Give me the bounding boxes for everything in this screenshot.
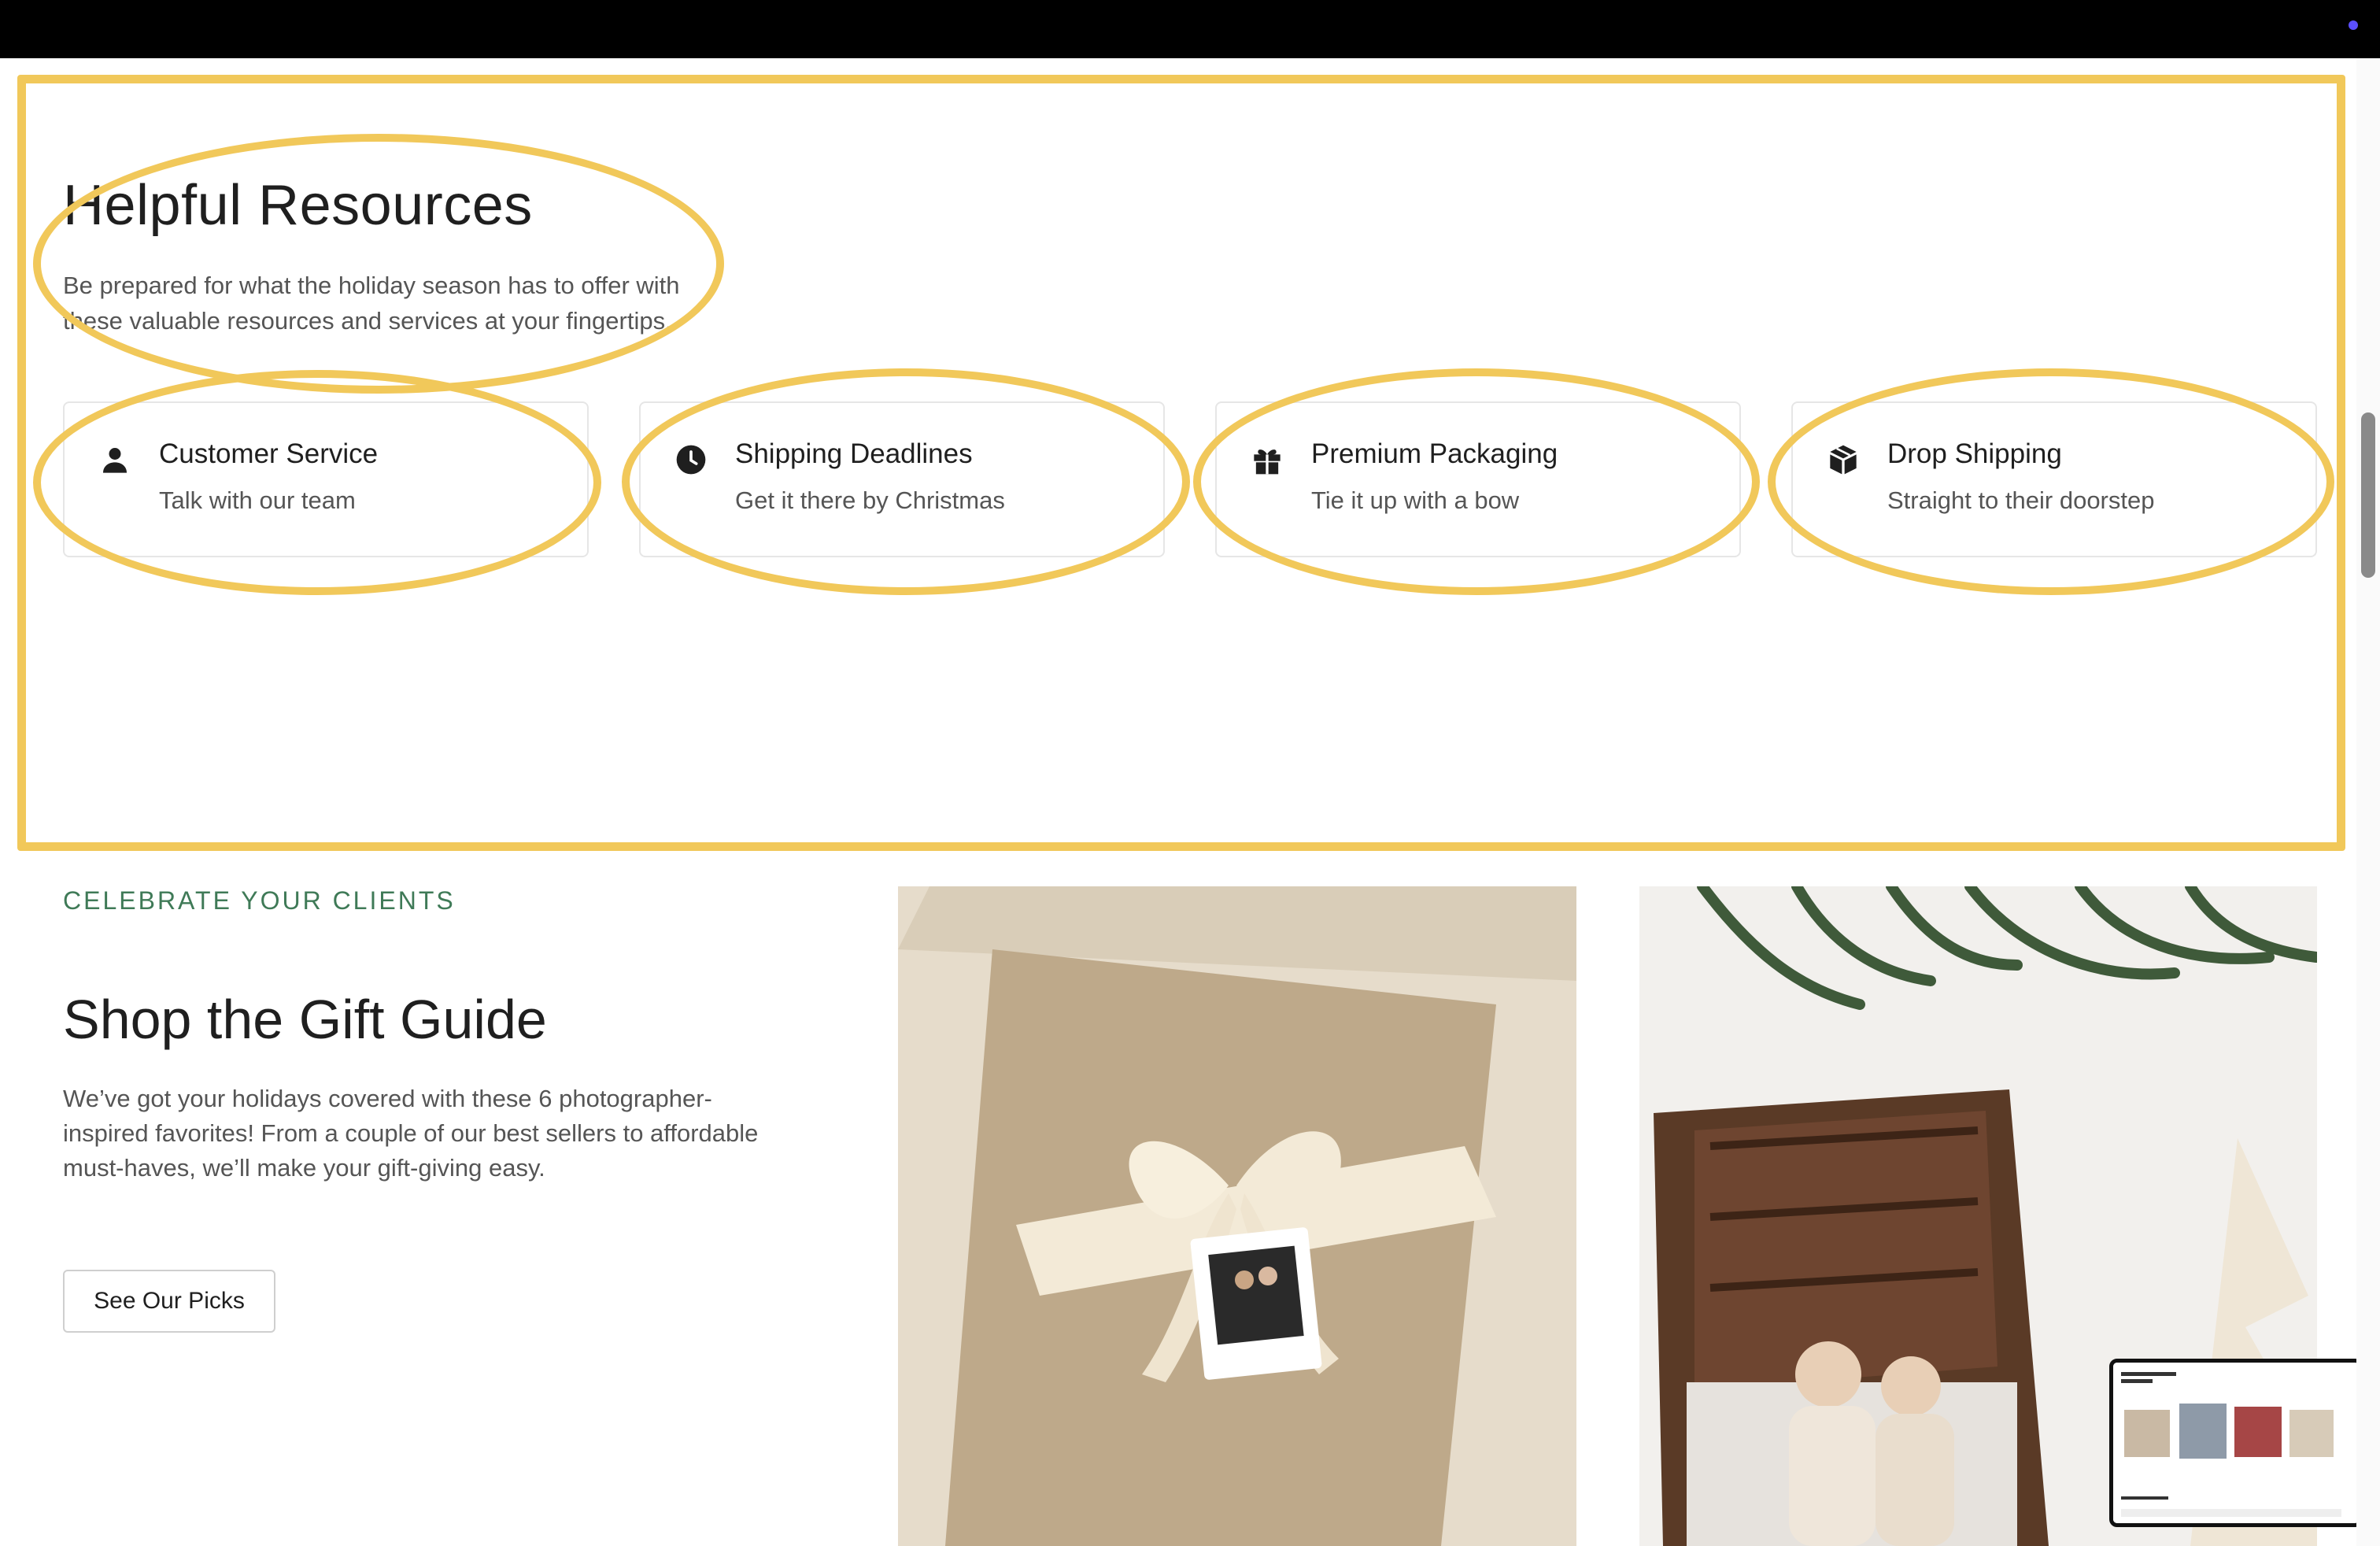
card-subtitle: Tie it up with a bow bbox=[1311, 486, 1520, 514]
gift-guide-description: We’ve got your holidays covered with the… bbox=[63, 1085, 759, 1182]
scrollbar-track[interactable] bbox=[2356, 58, 2380, 1546]
screenshot-thumbnail[interactable] bbox=[2109, 1359, 2363, 1527]
card-subtitle: Get it there by Christmas bbox=[735, 486, 1005, 514]
card-premium-packaging[interactable]: Premium Packaging Tie it up with a bow bbox=[1215, 401, 1741, 557]
card-title: Customer Service bbox=[159, 438, 379, 469]
section-eyebrow: CELEBRATE YOUR CLIENTS bbox=[63, 886, 456, 915]
gift-box-photo bbox=[898, 886, 1576, 1546]
person-icon bbox=[103, 448, 127, 473]
top-bar bbox=[0, 0, 2380, 58]
resources-description: Be prepared for what the holiday season … bbox=[63, 272, 680, 335]
card-subtitle: Straight to their doorstep bbox=[1887, 486, 2155, 514]
gift-guide-heading: Shop the Gift Guide bbox=[63, 989, 547, 1050]
box-icon bbox=[1830, 445, 1857, 475]
card-shipping-deadlines[interactable]: Shipping Deadlines Get it there by Chris… bbox=[639, 401, 1165, 557]
status-dot bbox=[2349, 20, 2358, 30]
card-title: Drop Shipping bbox=[1887, 438, 2062, 469]
card-drop-shipping[interactable]: Drop Shipping Straight to their doorstep bbox=[1791, 401, 2317, 557]
clock-icon bbox=[676, 445, 706, 475]
gift-icon bbox=[1254, 449, 1281, 475]
scrollbar-thumb[interactable] bbox=[2361, 412, 2375, 578]
card-subtitle: Talk with our team bbox=[159, 486, 356, 514]
card-title: Shipping Deadlines bbox=[735, 438, 973, 469]
card-customer-service[interactable]: Customer Service Talk with our team bbox=[63, 401, 589, 557]
resources-heading: Helpful Resources bbox=[63, 174, 533, 237]
card-title: Premium Packaging bbox=[1311, 438, 1558, 469]
see-our-picks-button[interactable]: See Our Picks bbox=[63, 1270, 275, 1333]
